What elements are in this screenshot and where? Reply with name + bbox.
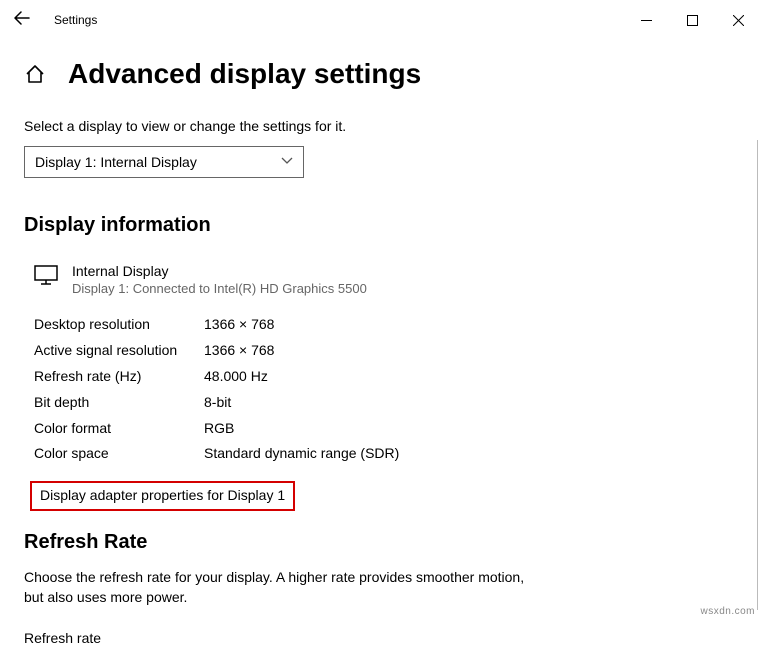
info-value: 1366 × 768 <box>204 338 274 364</box>
window-title: Settings <box>54 13 97 27</box>
info-value: RGB <box>204 416 234 442</box>
watermark: wsxdn.com <box>700 606 755 617</box>
info-value: 8-bit <box>204 390 231 416</box>
home-icon <box>24 63 46 85</box>
back-button[interactable] <box>14 11 38 30</box>
info-label: Bit depth <box>34 390 204 416</box>
display-info-table: Desktop resolution 1366 × 768 Active sig… <box>34 312 737 467</box>
info-value: 1366 × 768 <box>204 312 274 338</box>
info-value: Standard dynamic range (SDR) <box>204 441 399 467</box>
adapter-link-text: Display adapter properties for Display 1 <box>40 487 285 503</box>
dropdown-selected-text: Display 1: Internal Display <box>35 154 197 170</box>
page-title: Advanced display settings <box>68 58 421 90</box>
monitor-icon <box>34 265 58 285</box>
scrollbar-track[interactable] <box>757 140 758 610</box>
info-label: Color space <box>34 441 204 467</box>
monitor-summary: Internal Display Display 1: Connected to… <box>34 263 737 296</box>
close-button[interactable] <box>715 0 761 40</box>
table-row: Color format RGB <box>34 416 737 442</box>
maximize-button[interactable] <box>669 0 715 40</box>
table-row: Active signal resolution 1366 × 768 <box>34 338 737 364</box>
minimize-button[interactable] <box>623 0 669 40</box>
refresh-rate-label: Refresh rate <box>24 630 737 646</box>
select-display-label: Select a display to view or change the s… <box>24 118 737 134</box>
minimize-icon <box>641 15 652 26</box>
monitor-name: Internal Display <box>72 263 367 279</box>
home-button[interactable] <box>24 63 46 85</box>
info-label: Color format <box>34 416 204 442</box>
display-adapter-properties-link[interactable]: Display adapter properties for Display 1 <box>30 481 295 511</box>
display-information-heading: Display information <box>24 214 737 237</box>
monitor-description: Display 1: Connected to Intel(R) HD Grap… <box>72 281 367 296</box>
page-header: Advanced display settings <box>24 58 737 90</box>
refresh-rate-heading: Refresh Rate <box>24 531 737 554</box>
table-row: Bit depth 8-bit <box>34 390 737 416</box>
arrow-left-icon <box>14 11 30 25</box>
chevron-down-icon <box>281 156 293 168</box>
titlebar: Settings <box>0 0 761 40</box>
maximize-icon <box>687 15 698 26</box>
table-row: Refresh rate (Hz) 48.000 Hz <box>34 364 737 390</box>
content: Advanced display settings Select a displ… <box>0 58 761 646</box>
table-row: Color space Standard dynamic range (SDR) <box>34 441 737 467</box>
info-label: Refresh rate (Hz) <box>34 364 204 390</box>
refresh-rate-description: Choose the refresh rate for your display… <box>24 568 544 607</box>
info-label: Active signal resolution <box>34 338 204 364</box>
table-row: Desktop resolution 1366 × 768 <box>34 312 737 338</box>
display-selector-dropdown[interactable]: Display 1: Internal Display <box>24 146 304 178</box>
info-value: 48.000 Hz <box>204 364 268 390</box>
window-controls <box>623 0 761 40</box>
info-label: Desktop resolution <box>34 312 204 338</box>
close-icon <box>733 15 744 26</box>
